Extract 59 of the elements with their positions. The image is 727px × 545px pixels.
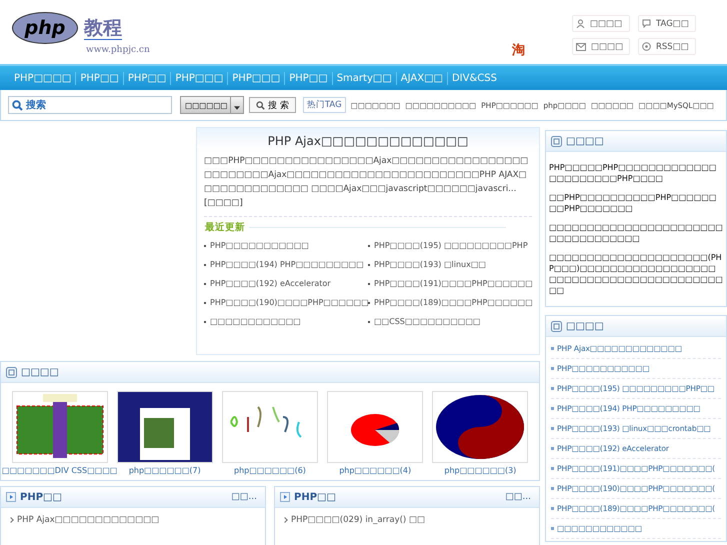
read-more-link[interactable]: [□□□□] bbox=[204, 198, 243, 208]
page-icon bbox=[551, 136, 562, 146]
header-link[interactable]: □□□□ bbox=[572, 15, 630, 32]
webpage-thumbnail[interactable] bbox=[116, 391, 213, 463]
page-icon bbox=[551, 320, 562, 332]
gallery-caption-link[interactable]: □□□□□□□DIV CSS□□□□ bbox=[2, 466, 118, 475]
search-button[interactable]: 搜 索 bbox=[249, 97, 296, 113]
page-icon bbox=[6, 366, 17, 378]
mail-icon bbox=[576, 42, 586, 50]
recent-article-link[interactable]: PHP□□□□(190)□□□□PHP□□□□□□ bbox=[204, 297, 369, 309]
article-title: PHP Ajax□□□□□□□□□□□□□ bbox=[197, 128, 539, 150]
hot-tag-label: 热门TAG bbox=[302, 97, 346, 113]
intro-paragraph: □□□□□□□□□□□□□□□□□□□□□□□□□□□□□□□□□□□ bbox=[549, 222, 723, 244]
panel-title: PHP□□ bbox=[20, 492, 63, 502]
more-link[interactable]: □□... bbox=[231, 492, 265, 502]
recent-article-link[interactable]: PHP□□□□□□□□□□□ bbox=[204, 240, 309, 252]
recent-article-link[interactable]: PHP□□□□(191)□□□□PHP□□□□□□ bbox=[368, 278, 533, 290]
pie-chart-thumbnail[interactable] bbox=[327, 391, 424, 463]
captcha-thumbnail[interactable] bbox=[222, 391, 318, 463]
search-icon bbox=[12, 100, 23, 111]
layout-diagram-thumbnail[interactable] bbox=[12, 391, 108, 463]
recent-updates-heading: 最近更新 bbox=[205, 221, 245, 234]
recent-article-link[interactable]: □□□□□□□□□□□□ bbox=[204, 316, 301, 328]
search-icon bbox=[256, 100, 265, 110]
gallery-caption-link[interactable]: php□□□□□□(6) bbox=[234, 466, 306, 475]
intro-paragraph: PHP□□□□□PHP□□□□□□□□□□□□□□□□□□□□□□PHP□□□□ bbox=[549, 162, 718, 184]
rss-icon bbox=[642, 42, 651, 51]
user-icon bbox=[576, 19, 585, 28]
yin-yang-thumbnail[interactable] bbox=[432, 391, 528, 463]
site-url: www.phpjc.cn bbox=[86, 45, 151, 55]
search-field[interactable]: 搜索 bbox=[8, 96, 172, 114]
taobao-link[interactable]: 淘 bbox=[512, 41, 572, 59]
play-icon bbox=[280, 492, 290, 502]
panel-title: □□□□ bbox=[566, 320, 604, 332]
chat-icon bbox=[642, 19, 651, 28]
article-summary: □□□PHP□□□□□□□□□□□□□□□□Ajax□□□□□□□□□□□□□□□□□□□□□□□□□Ajax□□□□□□□□□□□□□□□□□□□□□□□□PHP AJAX□□□□□□□□□□□□□□ □□□□Ajax□□□javascript□□□□□□javascri... [□□□□] bbox=[204, 154, 532, 217]
site-name: 教程 bbox=[84, 16, 122, 40]
panel-title: □□□□ bbox=[21, 366, 59, 378]
recent-article-link[interactable]: PHP□□□□(189)□□□□PHP□□□□□□ bbox=[368, 297, 533, 309]
more-link[interactable]: □□... bbox=[505, 492, 539, 502]
recent-article-link[interactable]: PHP□□□□(195) □□□□□□□□□PHP bbox=[368, 240, 528, 252]
gallery-caption-link[interactable]: php□□□□□□(7) bbox=[128, 466, 201, 475]
recent-article-link[interactable]: □□CSS□□□□□□□□□□ bbox=[368, 316, 480, 328]
intro-paragraph: □□□□□□□□□□□□□□□□□□□□□(PHP□□□)□□□□□□□□□□□□□□□□□□□□□□□□□□□□□□□□□□□□□□□□□□□ bbox=[549, 252, 723, 296]
header-link[interactable]: □□□□ bbox=[572, 38, 630, 55]
play-icon bbox=[6, 492, 16, 502]
gallery-caption-link[interactable]: php□□□□□□(3) bbox=[444, 466, 516, 475]
panel-title: □□□□ bbox=[566, 136, 604, 146]
article-link[interactable]: PHP Ajax□□□□□□□□□□□□□ bbox=[9, 515, 160, 525]
article-link[interactable]: PHP□□□□(029) in_array() □□ bbox=[283, 515, 426, 525]
php-logo[interactable]: php bbox=[12, 12, 78, 44]
recent-article-link[interactable]: PHP□□□□(192) eAccelerator bbox=[204, 278, 331, 290]
recent-article-link[interactable]: PHP□□□□(193) □linux□□ bbox=[368, 259, 486, 271]
intro-paragraph: □□PHP□□□□□□□□□□PHP□□□□□□□□PHP□□□□□□□ bbox=[549, 192, 718, 214]
recent-article-link[interactable]: PHP□□□□(194) PHP□□□□□□□□□ bbox=[204, 259, 364, 271]
panel-title: PHP□□ bbox=[294, 492, 337, 502]
header-link[interactable]: RSS□□ bbox=[638, 38, 696, 55]
header-link[interactable]: TAG□□ bbox=[638, 15, 696, 32]
gallery-caption-link[interactable]: php□□□□□□(4) bbox=[339, 466, 412, 475]
